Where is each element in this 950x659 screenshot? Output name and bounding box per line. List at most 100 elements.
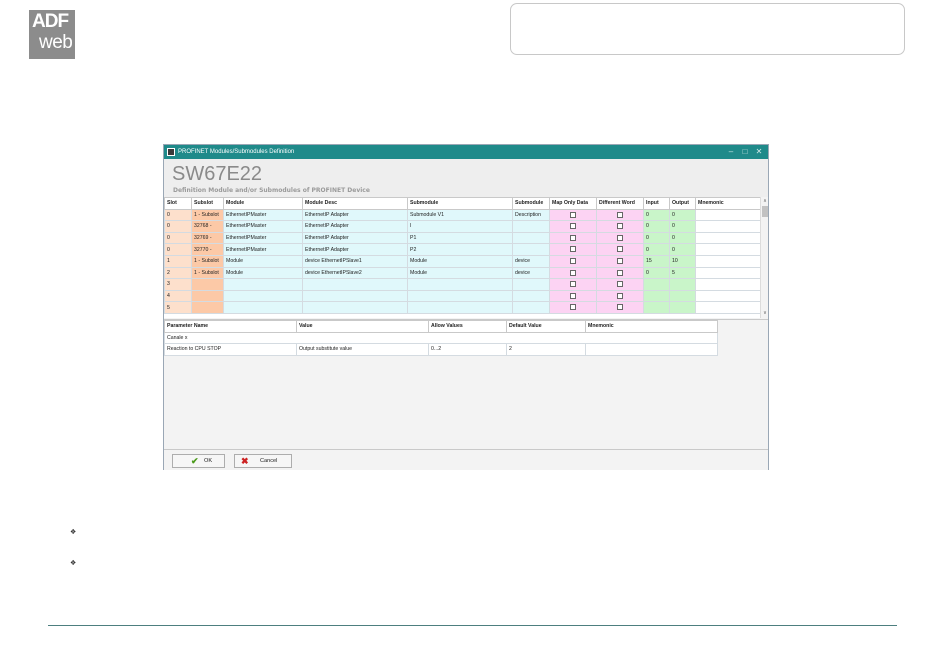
table-cell[interactable]: 15 (643, 254, 670, 268)
table-cell[interactable] (512, 289, 550, 303)
table-row[interactable]: 0 32769 - EthernetIPMaster EthernetIP Adapt… (164, 231, 761, 245)
modules-column-header[interactable]: Module Desc (302, 197, 408, 210)
table-cell[interactable]: 1 - Subslot (191, 266, 224, 280)
different-word-checkbox-cell[interactable] (596, 301, 644, 314)
table-cell[interactable] (407, 301, 513, 314)
table-cell[interactable]: P2 (407, 243, 513, 256)
checkbox[interactable] (617, 223, 623, 230)
table-cell[interactable]: 4 (164, 289, 192, 303)
table-cell[interactable]: 0 (643, 231, 670, 245)
table-cell[interactable] (512, 301, 550, 314)
table-cell[interactable]: 1 - Subslot (191, 254, 224, 268)
table-cell[interactable]: 0 (164, 243, 192, 256)
table-cell[interactable] (223, 289, 303, 303)
scroll-down-icon[interactable]: ∨ (761, 309, 769, 317)
table-cell[interactable] (302, 301, 408, 314)
table-cell[interactable] (643, 278, 670, 291)
table-cell[interactable] (302, 278, 408, 291)
checkbox[interactable] (570, 211, 576, 218)
map-only-data-checkbox-cell[interactable] (549, 231, 597, 245)
table-row[interactable]: 3 (164, 278, 761, 291)
checkbox[interactable] (617, 246, 623, 253)
modules-column-header[interactable]: Submodule (407, 197, 513, 210)
table-cell[interactable]: 1 (164, 254, 192, 268)
checkbox[interactable] (570, 223, 576, 230)
table-cell[interactable]: 0...2 (428, 343, 507, 356)
scroll-thumb[interactable] (762, 206, 768, 217)
table-cell[interactable]: Module (223, 254, 303, 268)
map-only-data-checkbox-cell[interactable] (549, 243, 597, 256)
table-cell[interactable]: 0 (643, 208, 670, 222)
table-cell[interactable] (512, 220, 550, 233)
table-row[interactable]: 01 - Subslot EthernetIPMaster EthernetIP A… (164, 208, 761, 222)
table-cell[interactable] (191, 278, 224, 291)
modules-column-header[interactable]: Submodule (512, 197, 550, 210)
table-cell[interactable]: device EthernetIPSlave1 (302, 254, 408, 268)
modules-column-header[interactable]: Slot (164, 197, 192, 210)
table-cell[interactable]: 0 (643, 266, 670, 280)
table-cell[interactable]: I (407, 220, 513, 233)
table-cell[interactable] (302, 289, 408, 303)
map-only-data-checkbox-cell[interactable] (549, 266, 597, 280)
table-cell[interactable] (695, 289, 761, 303)
table-cell[interactable]: 0 (164, 231, 192, 245)
table-cell[interactable]: 0 (669, 220, 696, 233)
table-cell[interactable]: device EthernetIPSlave2 (302, 266, 408, 280)
map-only-data-checkbox-cell[interactable] (549, 301, 597, 314)
different-word-checkbox-cell[interactable] (596, 278, 644, 291)
table-cell[interactable] (695, 301, 761, 314)
table-cell[interactable]: 3 (164, 278, 192, 291)
minimize-icon[interactable]: – (724, 145, 738, 159)
parameters-column-header[interactable]: Default Value (506, 320, 586, 333)
table-cell[interactable] (512, 231, 550, 245)
table-cell[interactable] (695, 254, 761, 268)
modules-column-header[interactable]: Different Word (596, 197, 644, 210)
different-word-checkbox-cell[interactable] (596, 289, 644, 303)
table-cell[interactable]: 0 (643, 243, 670, 256)
table-cell[interactable] (669, 278, 696, 291)
different-word-checkbox-cell[interactable] (596, 231, 644, 245)
maximize-icon[interactable]: □ (738, 145, 752, 159)
table-cell[interactable]: 32768 - (191, 220, 224, 233)
table-cell[interactable]: 1 - Subslot (191, 208, 224, 222)
checkbox[interactable] (617, 304, 623, 311)
table-row[interactable]: Reaction to CPU STOP Output substitute va… (164, 343, 718, 356)
table-cell[interactable] (695, 266, 761, 280)
map-only-data-checkbox-cell[interactable] (549, 220, 597, 233)
map-only-data-checkbox-cell[interactable] (549, 208, 597, 222)
different-word-checkbox-cell[interactable] (596, 243, 644, 256)
table-cell[interactable] (695, 220, 761, 233)
checkbox[interactable] (617, 211, 623, 218)
table-cell[interactable]: Submodule V1 (407, 208, 513, 222)
table-cell[interactable]: 5 (669, 266, 696, 280)
modules-column-header[interactable]: Module (223, 197, 303, 210)
table-cell[interactable]: Module (407, 266, 513, 280)
checkbox[interactable] (570, 258, 576, 265)
table-cell[interactable]: EthernetIP Adapter (302, 231, 408, 245)
parameters-column-header[interactable]: Allow Values (428, 320, 507, 333)
checkbox[interactable] (570, 246, 576, 253)
modules-column-header[interactable]: Map Only Data (549, 197, 597, 210)
table-cell[interactable]: 0 (164, 220, 192, 233)
table-cell[interactable]: EthernetIPMaster (223, 208, 303, 222)
table-cell[interactable] (669, 289, 696, 303)
checkbox[interactable] (617, 258, 623, 265)
different-word-checkbox-cell[interactable] (596, 254, 644, 268)
table-cell[interactable]: Module (223, 266, 303, 280)
different-word-checkbox-cell[interactable] (596, 266, 644, 280)
table-row[interactable]: 11 - Subslot Module device EthernetIPSlave… (164, 254, 761, 268)
different-word-checkbox-cell[interactable] (596, 220, 644, 233)
table-row[interactable]: 4 (164, 289, 761, 303)
table-cell[interactable]: 0 (643, 220, 670, 233)
table-cell[interactable]: 5 (164, 301, 192, 314)
table-cell[interactable]: 0 (669, 243, 696, 256)
table-cell[interactable] (695, 243, 761, 256)
modules-column-header[interactable]: Output (669, 197, 696, 210)
table-cell[interactable]: 10 (669, 254, 696, 268)
table-cell[interactable] (191, 301, 224, 314)
table-row[interactable]: 21 - Subslot Module device EthernetIPSlave… (164, 266, 761, 280)
table-cell[interactable]: 32770 - (191, 243, 224, 256)
table-cell[interactable]: Reaction to CPU STOP (164, 343, 297, 356)
map-only-data-checkbox-cell[interactable] (549, 278, 597, 291)
table-cell[interactable] (695, 231, 761, 245)
